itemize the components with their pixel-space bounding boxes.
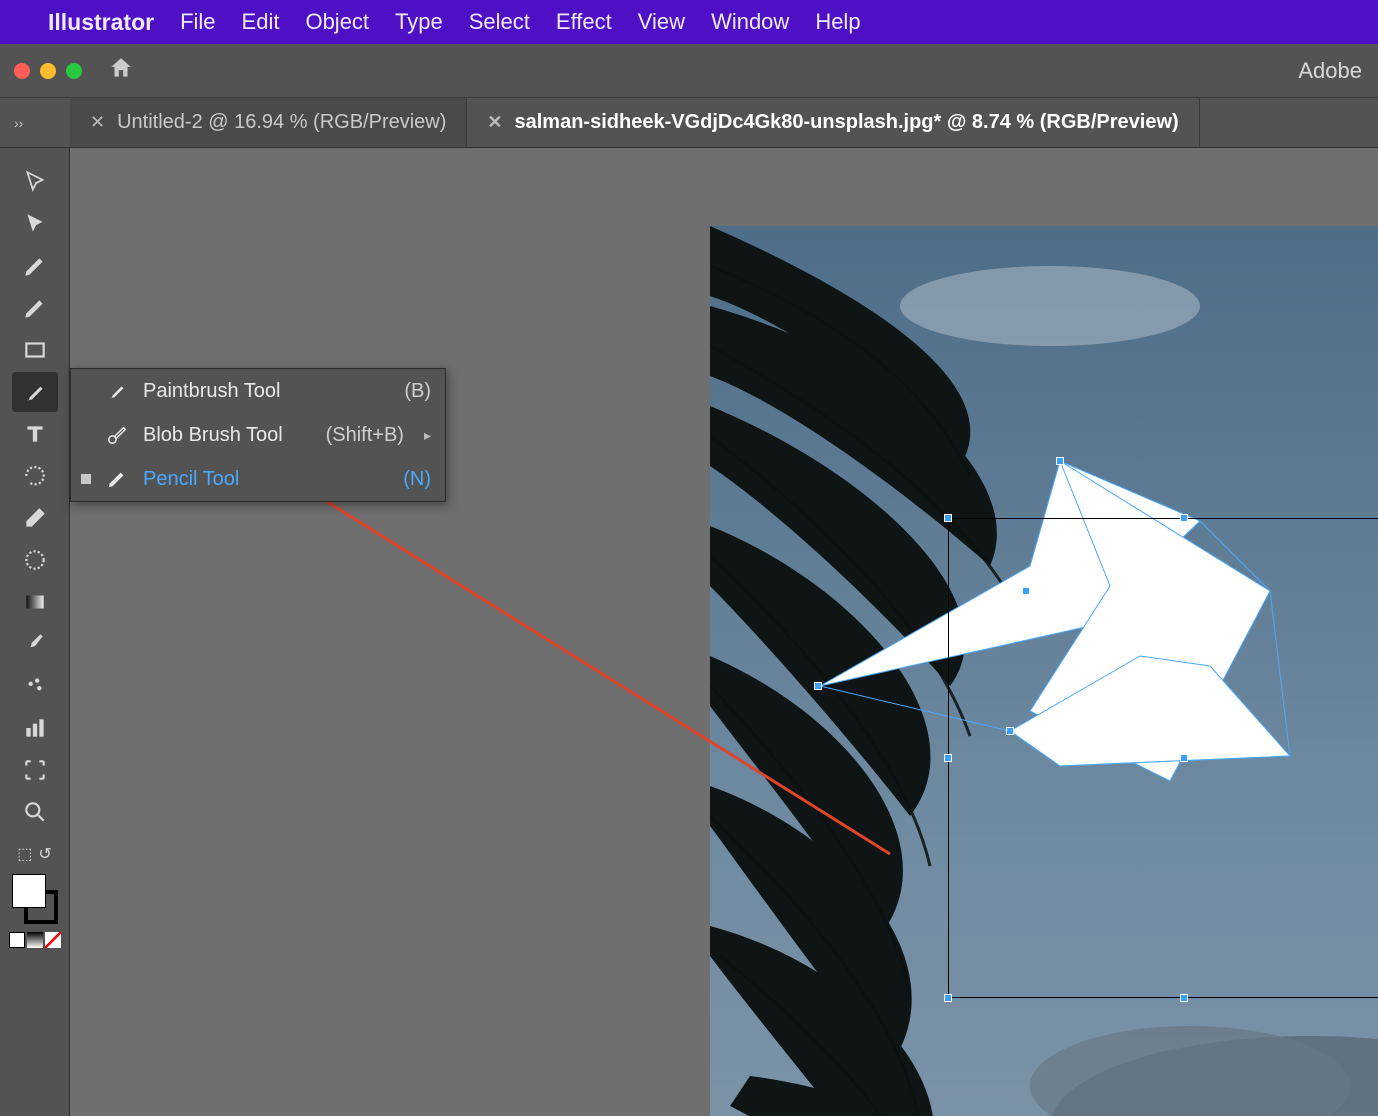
flyout-item-label: Paintbrush Tool [143, 380, 390, 403]
color-mode-row [9, 932, 61, 948]
tab-label: salman-sidheek-VGdjDc4Gk80-unsplash.jpg*… [515, 111, 1179, 134]
window-zoom-button[interactable] [66, 63, 82, 79]
main-workspace: ⬚ ↺ [0, 148, 1378, 1116]
flyout-item-label: Blob Brush Tool [143, 424, 312, 447]
tool-flyout-menu: Paintbrush Tool (B) Blob Brush Tool (Shi… [70, 368, 446, 502]
window-minimize-button[interactable] [40, 63, 56, 79]
menu-file[interactable]: File [180, 9, 215, 35]
fill-swatch[interactable] [12, 874, 46, 908]
canvas-area[interactable] [70, 148, 1378, 1116]
close-tab-icon[interactable]: ✕ [90, 112, 105, 133]
artboard[interactable] [710, 226, 1378, 1116]
blob-brush-icon [105, 424, 129, 446]
direct-selection-tool[interactable] [12, 204, 58, 244]
menu-edit[interactable]: Edit [242, 9, 280, 35]
flyout-item-pencil[interactable]: Pencil Tool (N) [71, 457, 445, 501]
panel-toggle-button[interactable]: ›› [0, 98, 70, 147]
document-tab[interactable]: ✕ Untitled-2 @ 16.94 % (RGB/Preview) [70, 98, 467, 147]
curvature-tool[interactable] [12, 288, 58, 328]
window-close-button[interactable] [14, 63, 30, 79]
type-tool[interactable] [12, 414, 58, 454]
draw-normal-icon[interactable] [9, 932, 25, 948]
app-name[interactable]: Illustrator [48, 9, 154, 36]
menu-object[interactable]: Object [305, 9, 369, 35]
menu-effect[interactable]: Effect [556, 9, 612, 35]
close-tab-icon[interactable]: ✕ [487, 112, 502, 133]
paintbrush-icon [105, 380, 129, 402]
home-button[interactable] [108, 55, 134, 86]
pencil-icon [105, 468, 129, 490]
default-fill-stroke-icon[interactable]: ↺ [38, 844, 51, 864]
menu-view[interactable]: View [638, 9, 685, 35]
flyout-item-label: Pencil Tool [143, 468, 389, 491]
zoom-tool[interactable] [12, 792, 58, 832]
flyout-item-paintbrush[interactable]: Paintbrush Tool (B) [71, 369, 445, 413]
brand-label: Adobe [1298, 58, 1364, 84]
document-tabs: ›› ✕ Untitled-2 @ 16.94 % (RGB/Preview) … [0, 98, 1378, 148]
selection-handle[interactable] [944, 994, 952, 1002]
anchor-point[interactable] [1006, 727, 1014, 735]
document-tab[interactable]: ✕ salman-sidheek-VGdjDc4Gk80-unsplash.jp… [467, 98, 1199, 147]
paintbrush-tool[interactable] [12, 372, 58, 412]
menu-type[interactable]: Type [395, 9, 443, 35]
anchor-point[interactable] [1056, 457, 1064, 465]
app-window-header: Adobe [0, 44, 1378, 98]
tab-label: Untitled-2 @ 16.94 % (RGB/Preview) [117, 111, 446, 134]
eraser-tool[interactable] [12, 498, 58, 538]
artboard-tool[interactable] [12, 750, 58, 790]
draw-inside-icon[interactable] [45, 932, 61, 948]
flyout-item-shortcut: (B) [404, 380, 431, 403]
anchor-point[interactable] [1022, 587, 1030, 595]
rotate-tool[interactable] [12, 456, 58, 496]
gradient-tool[interactable] [12, 582, 58, 622]
selection-handle[interactable] [1180, 994, 1188, 1002]
draw-behind-icon[interactable] [27, 932, 43, 948]
tearoff-handle-icon[interactable] [81, 474, 91, 484]
rectangle-tool[interactable] [12, 330, 58, 370]
menu-window[interactable]: Window [711, 9, 789, 35]
macos-menubar: Illustrator File Edit Object Type Select… [0, 0, 1378, 44]
window-traffic-lights [14, 63, 82, 79]
column-graph-tool[interactable] [12, 708, 58, 748]
tools-panel: ⬚ ↺ [0, 148, 70, 1116]
pen-tool[interactable] [12, 246, 58, 286]
selection-tool[interactable] [12, 162, 58, 202]
flyout-item-shortcut: (Shift+B) [326, 424, 404, 447]
selection-handle[interactable] [944, 514, 952, 522]
selection-handle[interactable] [1180, 514, 1188, 522]
selection-handle[interactable] [1180, 754, 1188, 762]
eyedropper-tool[interactable] [12, 624, 58, 664]
flyout-item-blob-brush[interactable]: Blob Brush Tool (Shift+B) ▸ [71, 413, 445, 457]
selection-handle[interactable] [944, 754, 952, 762]
width-tool[interactable] [12, 540, 58, 580]
document-image [710, 226, 1378, 1116]
flyout-item-shortcut: (N) [403, 468, 431, 491]
fill-stroke-swatches[interactable] [12, 874, 58, 924]
swap-fill-stroke-icon[interactable]: ⬚ [17, 844, 32, 864]
menu-select[interactable]: Select [469, 9, 530, 35]
anchor-point[interactable] [814, 682, 822, 690]
menu-help[interactable]: Help [815, 9, 860, 35]
symbol-sprayer-tool[interactable] [12, 666, 58, 706]
submenu-arrow-icon: ▸ [424, 427, 431, 444]
